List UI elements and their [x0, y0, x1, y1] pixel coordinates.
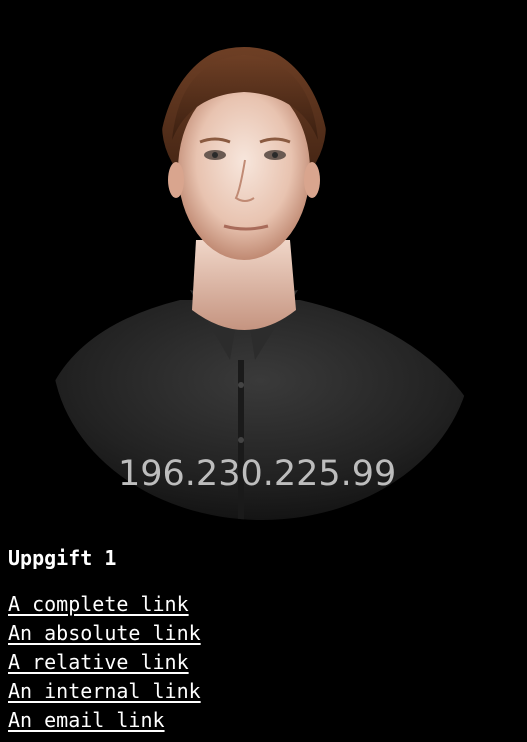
absolute-link[interactable]: An absolute link — [8, 621, 201, 645]
complete-link[interactable]: A complete link — [8, 592, 189, 616]
portrait-image: 196.230.225.99 — [0, 0, 527, 530]
list-item: A complete link — [8, 590, 201, 619]
list-item: A relative link — [8, 648, 201, 677]
internal-link[interactable]: An internal link — [8, 679, 201, 703]
list-item: An absolute link — [8, 619, 201, 648]
relative-link[interactable]: A relative link — [8, 650, 189, 674]
link-list: A complete link An absolute link A relat… — [8, 590, 201, 735]
list-item: An internal link — [8, 677, 201, 706]
list-item: An email link — [8, 706, 201, 735]
ip-address-overlay: 196.230.225.99 — [118, 454, 397, 494]
section-title: Uppgift 1 — [8, 546, 117, 570]
email-link[interactable]: An email link — [8, 708, 165, 732]
